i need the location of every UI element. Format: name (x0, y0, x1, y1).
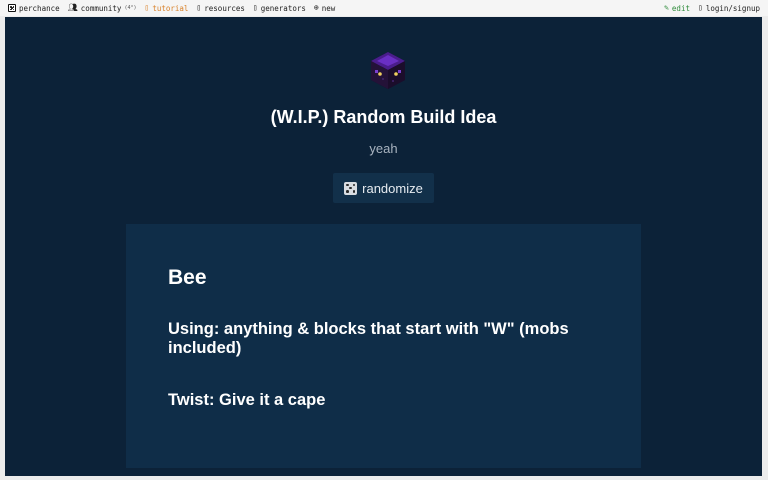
nav-label-generators: generators (260, 3, 306, 13)
nav-item-resources[interactable]: ▯ resources (196, 4, 244, 13)
page-subtitle: yeah (369, 141, 398, 156)
book-icon: ▯ (144, 3, 150, 12)
nav-label-new: new (321, 3, 336, 13)
nav-label-tutorial: tutorial (152, 3, 189, 13)
top-nav-right: ✎ edit ▯ login/signup (664, 4, 760, 13)
nav-item-community[interactable]: 👥︎ community (4°) (68, 4, 137, 13)
dice-icon (344, 181, 358, 195)
randomize-label: randomize (362, 180, 423, 196)
top-nav-left: perchance 👥︎ community (4°) ▯ tutorial ▯… (8, 4, 335, 13)
link-icon: ▯ (196, 3, 202, 12)
list-icon: ▯ (252, 3, 258, 12)
nav-item-edit[interactable]: ✎ edit (664, 4, 690, 13)
generator-panel: (W.I.P.) Random Build Idea yeah randomiz… (5, 17, 762, 476)
nav-label-resources: resources (204, 3, 245, 13)
nav-item-new[interactable]: ⊕ new (314, 4, 335, 13)
output-using: Using: anything & blocks that start with… (168, 320, 569, 357)
user-icon: ▯ (697, 3, 703, 12)
output-box: Bee Using: anything & blocks that start … (126, 224, 641, 468)
nav-item-perchance[interactable]: perchance (8, 4, 60, 13)
output-subject: Bee (168, 266, 207, 289)
nav-label-login: login/signup (705, 3, 760, 13)
nav-item-login[interactable]: ▯ login/signup (698, 4, 760, 13)
dice-icon (8, 4, 16, 12)
output-twist: Twist: Give it a cape (168, 391, 326, 409)
nav-item-tutorial[interactable]: ▯ tutorial (144, 4, 188, 13)
nav-item-generators[interactable]: ▯ generators (253, 4, 306, 13)
nav-label-edit: edit (671, 3, 690, 13)
randomize-button[interactable]: randomize (333, 173, 434, 203)
page-title: (W.I.P.) Random Build Idea (270, 107, 497, 127)
nav-label-perchance: perchance (19, 3, 60, 13)
pencil-icon: ✎ (664, 3, 669, 12)
nav-label-community: community (80, 3, 122, 13)
community-badge: (4°) (124, 5, 137, 11)
person-icon: 👥︎ (67, 3, 78, 12)
generator-avatar (371, 52, 405, 89)
top-nav: perchance 👥︎ community (4°) ▯ tutorial ▯… (0, 0, 768, 16)
plus-circle-icon: ⊕ (313, 3, 319, 12)
